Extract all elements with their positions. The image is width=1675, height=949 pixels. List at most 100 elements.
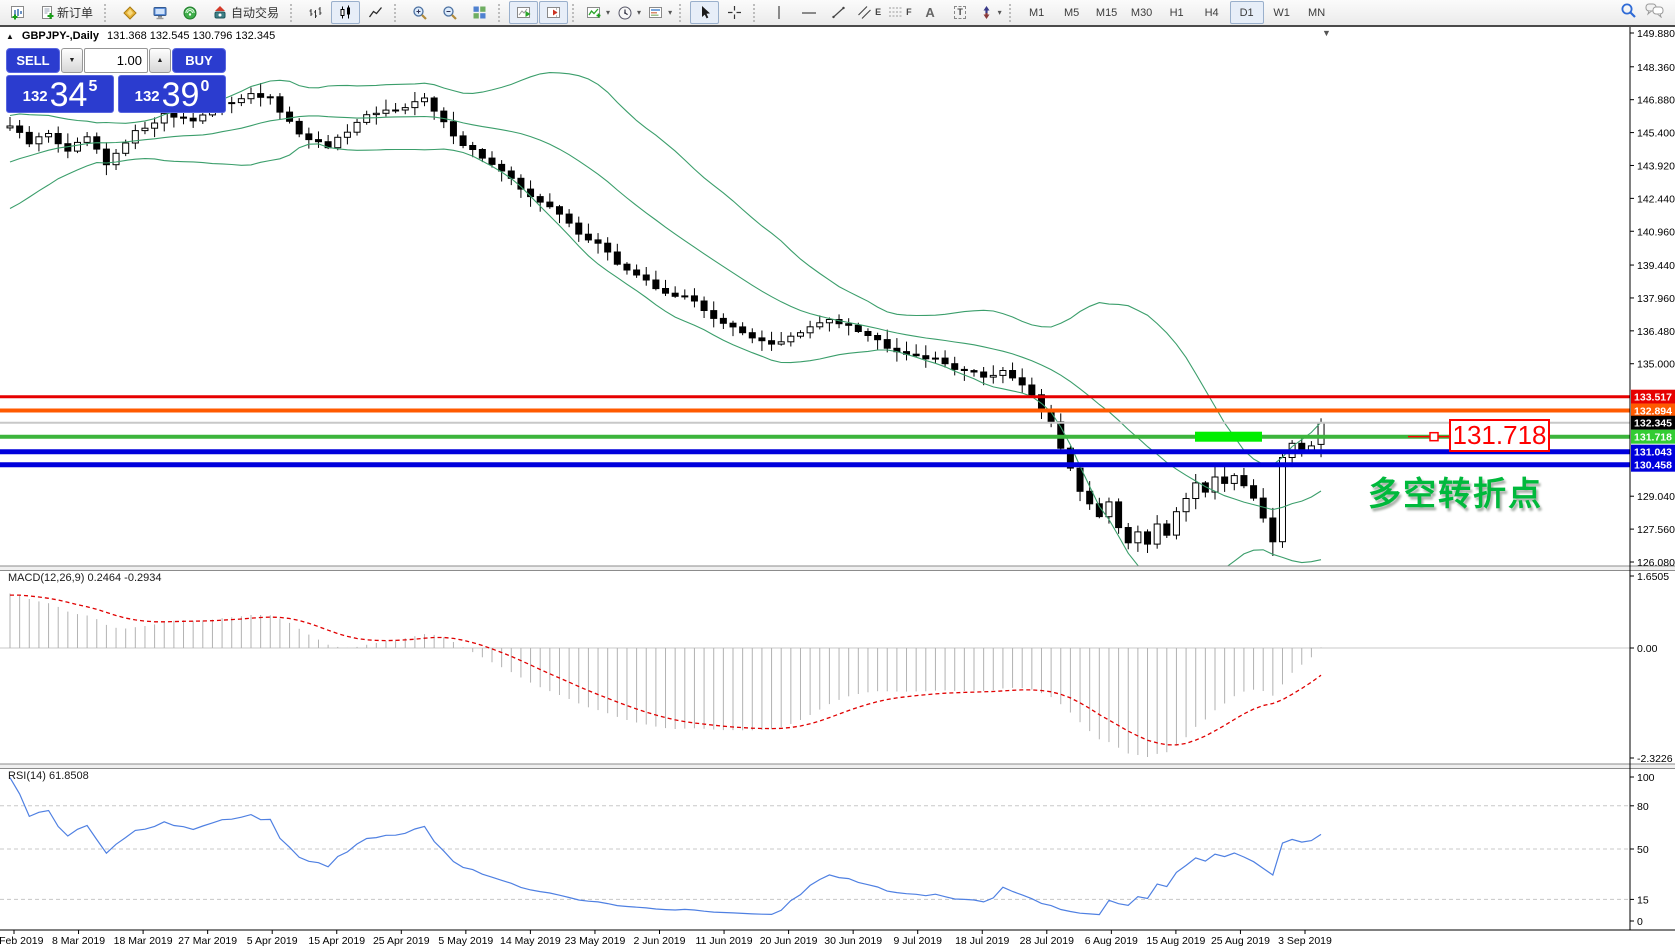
text-label-button[interactable]: T xyxy=(946,1,975,24)
text-button[interactable]: A xyxy=(916,1,945,24)
timeframe-m15[interactable]: M15 xyxy=(1090,1,1124,24)
price-axis-label: 135.000 xyxy=(1637,359,1675,371)
price-callout[interactable]: 131.718 xyxy=(1449,419,1550,452)
rsi-indicator-label: RSI(14) 61.8508 xyxy=(8,770,89,782)
date-axis-label: 27 Mar 2019 xyxy=(178,935,237,947)
zoom-out-button[interactable] xyxy=(435,1,464,24)
templates-button[interactable]: ▾ xyxy=(645,1,675,24)
new-order-label: 新订单 xyxy=(57,4,93,21)
annotation-text[interactable]: 多空转折点 xyxy=(1368,467,1543,515)
chart-shift-icon xyxy=(546,5,562,20)
macd-scale-label: -2.3226 xyxy=(1637,753,1673,765)
price-tag-label: 131.043 xyxy=(1634,447,1672,459)
rsi-layer xyxy=(0,778,1630,915)
zoom-in-button[interactable] xyxy=(405,1,434,24)
autotrading-button[interactable]: 自动交易 xyxy=(205,1,286,24)
date-axis-label: 2 Jun 2019 xyxy=(634,935,686,947)
new-order-icon xyxy=(40,5,54,20)
indicators-button[interactable]: ▾ xyxy=(583,1,613,24)
timeframe-d1[interactable]: D1 xyxy=(1230,1,1264,24)
arrows-icon xyxy=(979,5,994,20)
price-axis-label: 127.560 xyxy=(1637,524,1675,536)
chat-icon[interactable] xyxy=(1645,2,1664,23)
templates-icon xyxy=(648,5,664,20)
date-axis-label: 20 Jun 2019 xyxy=(760,935,818,947)
cursor-button[interactable] xyxy=(690,1,719,24)
chart-shift-button[interactable] xyxy=(539,1,568,24)
buy-price-point: 0 xyxy=(200,78,209,96)
toolbar-separator xyxy=(104,4,110,22)
toolbar-separator xyxy=(753,4,759,22)
price-axis-label: 139.440 xyxy=(1637,260,1675,272)
timeframe-h1[interactable]: H1 xyxy=(1160,1,1194,24)
tile-windows-button[interactable] xyxy=(465,1,494,24)
timeframe-mn[interactable]: MN xyxy=(1300,1,1334,24)
text-label-icon: T xyxy=(954,6,966,19)
equidistant-channel-button[interactable]: E xyxy=(854,1,884,24)
panel-separator[interactable] xyxy=(0,566,1675,571)
signal-button[interactable] xyxy=(175,1,204,24)
sell-button[interactable]: SELL xyxy=(6,48,60,73)
line-chart-icon xyxy=(368,5,383,20)
volume-decrease-button[interactable]: ▼ xyxy=(61,48,83,73)
candlestick-chart-button[interactable] xyxy=(331,1,360,24)
buy-button[interactable]: BUY xyxy=(172,48,226,73)
date-axis[interactable]: 27 Feb 20198 Mar 201918 Mar 201927 Mar 2… xyxy=(0,930,1332,947)
sell-price-big-figure: 132 xyxy=(23,88,48,105)
date-axis-label: 5 Apr 2019 xyxy=(247,935,298,947)
periods-button[interactable]: ▾ xyxy=(614,1,644,24)
timeframe-m30[interactable]: M30 xyxy=(1125,1,1159,24)
text-icon: A xyxy=(925,8,934,17)
search-icon[interactable] xyxy=(1620,2,1637,24)
timeframe-m1[interactable]: M1 xyxy=(1020,1,1054,24)
crosshair-button[interactable] xyxy=(720,1,749,24)
buy-price-box[interactable]: 132 39 0 xyxy=(118,75,226,113)
date-axis-label: 28 Jul 2019 xyxy=(1020,935,1074,947)
trendline-button[interactable] xyxy=(824,1,853,24)
vertical-line-button[interactable] xyxy=(764,1,793,24)
date-axis-label: 18 Jul 2019 xyxy=(955,935,1009,947)
bar-chart-button[interactable] xyxy=(301,1,330,24)
chevron-down-icon: ▾ xyxy=(606,9,610,17)
timeframe-w1[interactable]: W1 xyxy=(1265,1,1299,24)
autotrading-label: 自动交易 xyxy=(231,4,279,21)
candles-layer xyxy=(7,83,1324,556)
timeframe-m5[interactable]: M5 xyxy=(1055,1,1089,24)
macd-layer xyxy=(0,594,1630,758)
computer-button[interactable] xyxy=(145,1,174,24)
collapse-panel-icon[interactable]: ▲ xyxy=(6,32,14,41)
sell-price-box[interactable]: 132 34 5 xyxy=(6,75,114,113)
toolbar-right-group xyxy=(1620,2,1672,24)
date-axis-label: 6 Aug 2019 xyxy=(1085,935,1138,947)
arrows-button[interactable]: ▾ xyxy=(976,1,1005,24)
panel-separator[interactable] xyxy=(0,764,1675,769)
toolbar-separator xyxy=(572,4,578,22)
date-axis-label: 11 Jun 2019 xyxy=(696,935,753,947)
auto-scroll-button[interactable] xyxy=(509,1,538,24)
timeframe-h4[interactable]: H4 xyxy=(1195,1,1229,24)
volume-input[interactable] xyxy=(84,48,148,73)
price-axis-label: 143.920 xyxy=(1637,160,1675,172)
horizontal-line-button[interactable] xyxy=(794,1,823,24)
fibonacci-letter-f: F xyxy=(906,8,912,17)
price-axis-label: 136.480 xyxy=(1637,326,1675,338)
line-chart-button[interactable] xyxy=(361,1,390,24)
macd-indicator-label: MACD(12,26,9) 0.2464 -0.2934 xyxy=(8,572,161,584)
bar-chart-icon xyxy=(308,5,323,20)
volume-increase-button[interactable]: ▲ xyxy=(149,48,171,73)
price-axis-label: 137.960 xyxy=(1637,293,1675,305)
trendline-icon xyxy=(831,5,846,20)
price-axis[interactable]: 149.880148.360146.880145.400143.920142.4… xyxy=(1630,28,1675,928)
gold-diamond-button[interactable] xyxy=(115,1,144,24)
price-axis-label: 145.400 xyxy=(1637,128,1675,140)
price-tag-label: 132.345 xyxy=(1634,418,1672,430)
date-axis-label: 14 May 2019 xyxy=(500,935,561,947)
toolbar-separator xyxy=(679,4,685,22)
chart-window-button[interactable] xyxy=(3,1,32,24)
fibonacci-button[interactable]: F xyxy=(885,1,915,24)
chart-shift-marker-icon[interactable]: ▼ xyxy=(1322,28,1331,38)
new-order-button[interactable]: 新订单 xyxy=(33,1,100,24)
signal-icon xyxy=(182,5,198,21)
toolbar-separator xyxy=(290,4,296,22)
chart-workspace: 149.880148.360146.880145.400143.920142.4… xyxy=(0,27,1675,949)
